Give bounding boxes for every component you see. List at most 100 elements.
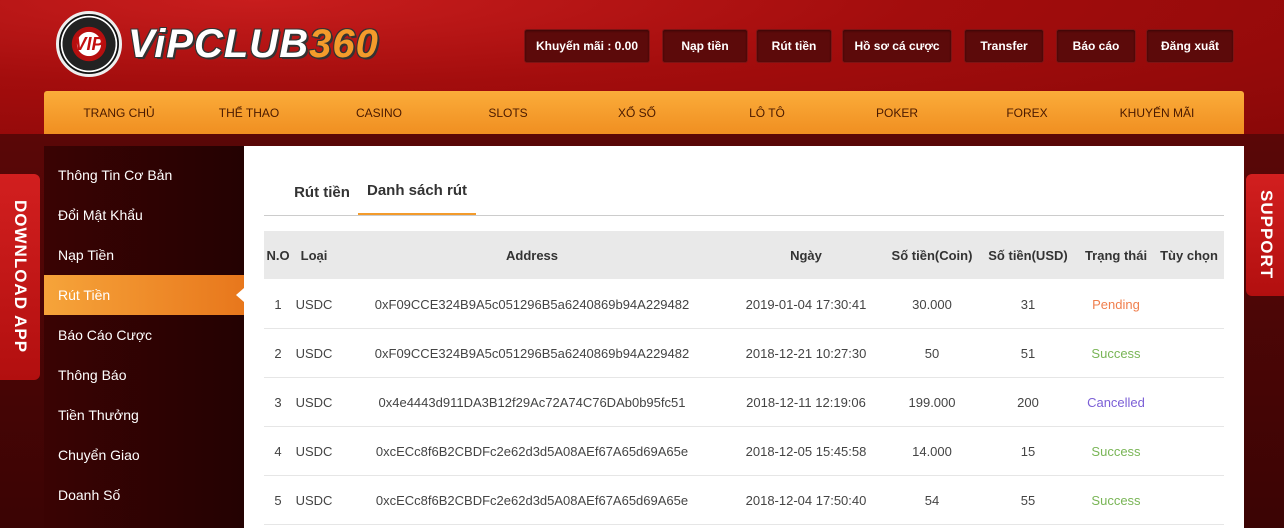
nav-sports[interactable]: THỂ THAO [194, 91, 304, 134]
nav-poker[interactable]: POKER [842, 91, 952, 134]
nav-casino[interactable]: CASINO [324, 91, 434, 134]
logout-button[interactable]: Đăng xuất [1146, 29, 1234, 63]
cell-type: USDC [295, 492, 333, 508]
report-label: Báo cáo [1072, 39, 1120, 53]
nav-slots[interactable]: SLOTS [453, 91, 563, 134]
cell-status: Success [1091, 345, 1141, 361]
tab-withdraw-list[interactable]: Danh sách rút [358, 168, 476, 216]
cell-status: Success [1091, 443, 1141, 459]
tab-withdraw[interactable]: Rút tiền [272, 168, 372, 216]
header-amount-coin: Số tiền(Coin) [891, 247, 973, 263]
header-address: Address [505, 247, 559, 263]
cell-date: 2018-12-21 10:27:30 [745, 345, 867, 361]
cell-options [1156, 427, 1222, 475]
cell-amount-coin: 30.000 [912, 296, 952, 312]
cell-no: 4 [274, 443, 282, 459]
cell-type: USDC [295, 443, 333, 459]
report-button[interactable]: Báo cáo [1056, 29, 1136, 63]
withdraw-button[interactable]: Rút tiền [756, 29, 832, 63]
header-status: Trạng thái [1084, 247, 1148, 263]
cell-status: Success [1091, 492, 1141, 508]
table-row: 5 USDC 0xcECc8f6B2CBDFc2e62d3d5A08AEf67A65… [264, 476, 1224, 525]
cell-options [1156, 329, 1222, 377]
header-no: N.O [266, 247, 290, 263]
cell-date: 2019-01-04 17:30:41 [745, 296, 867, 312]
account-sidebar: Thông Tin Cơ Bản Đổi Mật Khẩu Nạp Tiền R… [44, 146, 244, 528]
header-options: Tùy chọn [1160, 247, 1218, 263]
transfer-button[interactable]: Transfer [964, 29, 1044, 63]
logout-label: Đăng xuất [1160, 39, 1219, 53]
cell-address: 0xcECc8f6B2CBDFc2e62d3d5A08AEf67A65d69A6… [375, 492, 689, 508]
cell-amount-coin: 54 [924, 492, 940, 508]
support-tab[interactable]: SUPPORT [1246, 174, 1284, 296]
promotion-balance-button[interactable]: Khuyến mãi : 0.00 [524, 29, 650, 63]
sidebar-item-withdraw[interactable]: Rút Tiền [44, 275, 244, 315]
casino-chip-icon: VIP [56, 11, 122, 77]
logo-number: 360 [309, 21, 379, 66]
cell-address: 0xF09CCE324B9A5c051296B5a6240869b94A2294… [374, 296, 690, 312]
nav-loto[interactable]: LÔ TÔ [712, 91, 822, 134]
nav-home[interactable]: TRANG CHỦ [64, 91, 174, 134]
withdraw-label: Rút tiền [771, 39, 817, 53]
cell-status: Pending [1092, 296, 1140, 312]
cell-amount-coin: 14.000 [912, 443, 952, 459]
logo-word: ViPCLUB [128, 21, 310, 66]
sidebar-item-bet-report[interactable]: Báo Cáo Cược [44, 315, 244, 355]
transfer-label: Transfer [980, 39, 1028, 53]
table-row: 4 USDC 0xcECc8f6B2CBDFc2e62d3d5A08AEf67A65… [264, 427, 1224, 476]
nav-forex[interactable]: FOREX [972, 91, 1082, 134]
cell-options [1156, 476, 1222, 524]
cell-address: 0xcECc8f6B2CBDFc2e62d3d5A08AEf67A65d69A6… [375, 443, 689, 459]
cell-no: 2 [274, 345, 282, 361]
sidebar-item-deposit[interactable]: Nạp Tiền [44, 235, 244, 275]
cell-no: 3 [274, 394, 282, 410]
cell-amount-usd: 31 [1020, 296, 1036, 312]
deposit-label: Nạp tiền [681, 39, 729, 53]
header-type: Loại [300, 247, 328, 263]
cell-type: USDC [295, 296, 333, 312]
nav-promotions[interactable]: KHUYẾN MÃI [1102, 91, 1212, 134]
support-label: SUPPORT [1257, 190, 1276, 280]
tab-divider [264, 215, 1224, 216]
promotion-balance-label: Khuyến mãi : 0.00 [535, 39, 639, 53]
sidebar-item-basic-info[interactable]: Thông Tin Cơ Bản [44, 155, 244, 195]
cell-address: 0xF09CCE324B9A5c051296B5a6240869b94A2294… [374, 345, 690, 361]
nav-lottery[interactable]: XỔ SỐ [582, 91, 692, 134]
cell-type: USDC [295, 394, 333, 410]
cell-amount-coin: 50 [924, 345, 940, 361]
sidebar-item-notifications[interactable]: Thông Báo [44, 355, 244, 395]
sidebar-item-transfer[interactable]: Chuyển Giao [44, 435, 244, 475]
sidebar-item-turnover[interactable]: Doanh Số [44, 475, 244, 515]
header-amount-usd: Số tiền(USD) [988, 247, 1068, 263]
main-nav: TRANG CHỦ THỂ THAO CASINO SLOTS XỔ SỐ LÔ… [44, 91, 1244, 134]
cell-date: 2018-12-04 17:50:40 [745, 492, 867, 508]
withdrawal-panel: Rút tiền Danh sách rút N.O Loại Address … [244, 146, 1244, 528]
table-row: 1 USDC 0xF09CCE324B9A5c051296B5a6240869b94… [264, 280, 1224, 329]
cell-amount-usd: 200 [1017, 394, 1039, 410]
site-logo[interactable]: VIP ViPCLUB360 [56, 8, 396, 80]
table-row: 2 USDC 0xF09CCE324B9A5c051296B5a6240869b94… [264, 329, 1224, 378]
cell-options [1156, 280, 1222, 328]
cell-amount-coin: 199.000 [908, 394, 956, 410]
cell-options [1156, 378, 1222, 426]
bet-history-button[interactable]: Hồ sơ cá cược [842, 29, 952, 63]
cell-no: 1 [274, 296, 282, 312]
deposit-button[interactable]: Nạp tiền [662, 29, 748, 63]
cell-no: 5 [274, 492, 282, 508]
cell-amount-usd: 51 [1020, 345, 1036, 361]
table-row: 3 USDC 0x4e4443d911DA3B12f29Ac72A74C76DAb0… [264, 378, 1224, 427]
cell-address: 0x4e4443d911DA3B12f29Ac72A74C76DAb0b95fc… [378, 394, 686, 410]
table-header: N.O Loại Address Ngày Số tiền(Coin) Số t… [264, 231, 1224, 279]
sidebar-item-change-password[interactable]: Đổi Mật Khẩu [44, 195, 244, 235]
sidebar-item-bonus[interactable]: Tiền Thưởng [44, 395, 244, 435]
logo-text: ViPCLUB360 [128, 22, 379, 67]
cell-status: Cancelled [1087, 394, 1145, 410]
download-app-label: DOWNLOAD APP [11, 200, 30, 354]
cell-amount-usd: 15 [1020, 443, 1036, 459]
logo-chip-text: VIP [74, 33, 104, 54]
cell-amount-usd: 55 [1020, 492, 1036, 508]
cell-date: 2018-12-05 15:45:58 [745, 443, 867, 459]
download-app-tab[interactable]: DOWNLOAD APP [0, 174, 40, 380]
bet-history-label: Hồ sơ cá cược [854, 39, 940, 53]
cell-date: 2018-12-11 12:19:06 [746, 394, 866, 410]
